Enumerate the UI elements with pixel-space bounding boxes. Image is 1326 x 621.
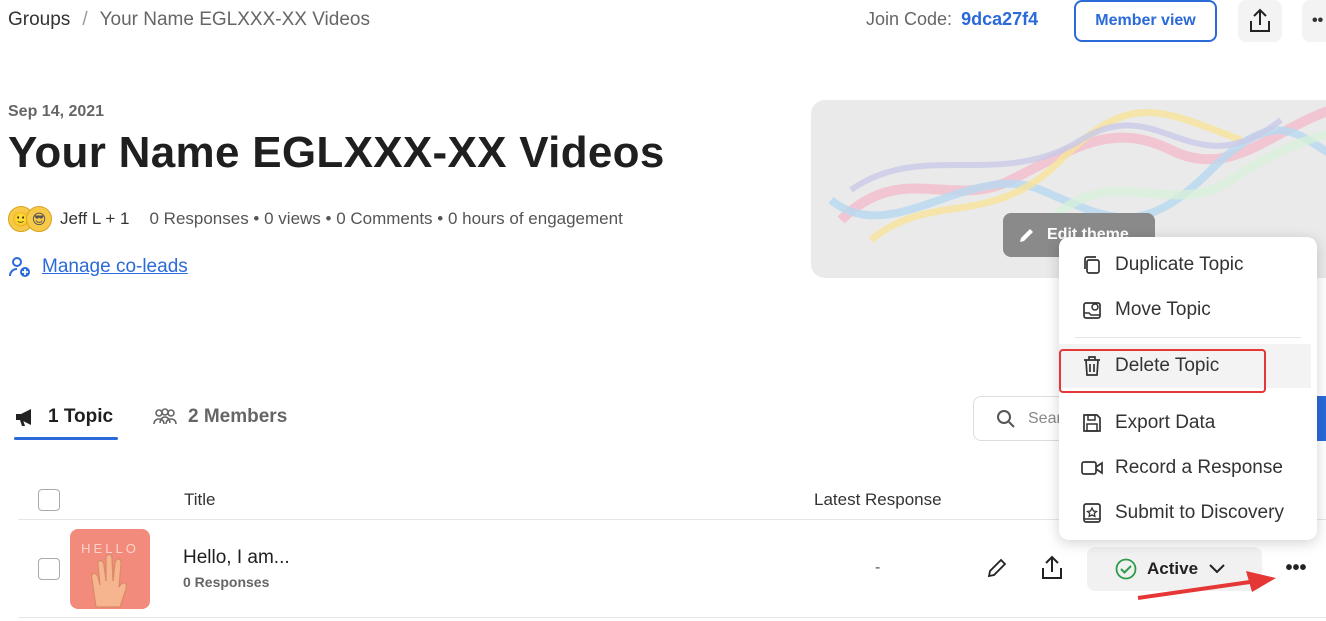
add-user-icon — [9, 257, 30, 277]
row-checkbox[interactable] — [38, 558, 60, 580]
share-button[interactable] — [1238, 0, 1282, 42]
tab-topics-label: 1 Topic — [48, 406, 114, 427]
join-code: Join Code: 9dca27f4 — [866, 9, 1038, 30]
edit-topic-button[interactable] — [982, 553, 1012, 583]
avatar-group: 🙂 😎 — [8, 206, 52, 232]
join-code-label: Join Code: — [866, 9, 953, 29]
menu-divider — [1075, 337, 1301, 338]
menu-item-record-response[interactable]: Record a Response — [1059, 446, 1317, 490]
topic-response-count: 0 Responses — [183, 574, 270, 590]
breadcrumb-groups-link[interactable]: Groups — [8, 9, 70, 31]
tab-active-indicator — [14, 437, 118, 440]
topic-title[interactable]: Hello, I am... — [183, 547, 290, 569]
highlight-box — [1059, 349, 1266, 393]
share-icon — [1250, 8, 1270, 32]
manage-coleads-link[interactable]: Manage co-leads — [42, 256, 188, 278]
menu-item-move-topic[interactable]: Move Topic — [1059, 288, 1317, 332]
chevron-down-icon — [1209, 564, 1225, 574]
group-date: Sep 14, 2021 — [8, 103, 105, 120]
megaphone-icon — [16, 409, 31, 426]
menu-item-export-data[interactable]: Export Data — [1059, 401, 1317, 445]
topic-thumbnail: HELLO — [70, 529, 150, 609]
latest-response-value: - — [875, 559, 881, 576]
tab-members[interactable]: 2 Members — [152, 406, 287, 428]
tab-members-label: 2 Members — [188, 406, 288, 427]
duplicate-icon — [1081, 254, 1103, 276]
more-icon: •• — [1312, 12, 1324, 29]
menu-item-label: Export Data — [1115, 412, 1216, 433]
menu-item-label: Submit to Discovery — [1115, 502, 1284, 523]
breadcrumb-current: Your Name EGLXXX-XX Videos — [99, 9, 370, 30]
status-label: Active — [1147, 559, 1199, 578]
avatar: 😎 — [26, 206, 52, 232]
column-title: Title — [184, 490, 216, 509]
move-icon — [1081, 299, 1103, 321]
join-code-value[interactable]: 9dca27f4 — [961, 9, 1038, 29]
tab-topics[interactable]: 1 Topic — [14, 406, 113, 428]
menu-item-duplicate-topic[interactable]: Duplicate Topic — [1059, 243, 1317, 287]
breadcrumb-separator: / — [82, 9, 88, 30]
members-icon — [153, 408, 177, 425]
column-latest-response: Latest Response — [814, 490, 942, 509]
select-all-checkbox[interactable] — [38, 489, 60, 511]
more-options-button[interactable]: •• — [1302, 0, 1326, 42]
manage-coleads[interactable]: Manage co-leads — [8, 255, 188, 279]
save-icon — [1081, 412, 1103, 434]
menu-item-label: Record a Response — [1115, 457, 1283, 478]
menu-item-label: Move Topic — [1115, 299, 1211, 320]
pencil-icon — [987, 558, 1007, 578]
search-placeholder: Sear — [1028, 409, 1062, 427]
group-meta: 🙂 😎 Jeff L + 1 0 Responses • 0 views • 0… — [8, 206, 623, 232]
discovery-icon — [1081, 502, 1103, 524]
owner-name[interactable]: Jeff L + 1 — [60, 209, 129, 229]
breadcrumb: Groups / Your Name EGLXXX-XX Videos — [8, 9, 370, 31]
search-icon — [997, 409, 1015, 428]
share-topic-button[interactable] — [1037, 553, 1067, 583]
waving-hand-icon — [91, 553, 127, 608]
pencil-icon — [1020, 229, 1033, 242]
video-icon — [1081, 457, 1103, 479]
member-view-button[interactable]: Member view — [1074, 0, 1217, 42]
menu-item-label: Duplicate Topic — [1115, 254, 1244, 275]
share-icon — [1042, 555, 1062, 579]
more-icon: ••• — [1285, 556, 1307, 579]
topic-more-button[interactable]: ••• — [1280, 553, 1312, 583]
group-stats: 0 Responses • 0 views • 0 Comments • 0 h… — [149, 209, 623, 228]
page-title: Your Name EGLXXX-XX Videos — [8, 128, 665, 177]
check-circle-icon — [1115, 558, 1137, 580]
menu-item-submit-discovery[interactable]: Submit to Discovery — [1059, 491, 1317, 535]
status-dropdown[interactable]: Active — [1087, 547, 1262, 591]
